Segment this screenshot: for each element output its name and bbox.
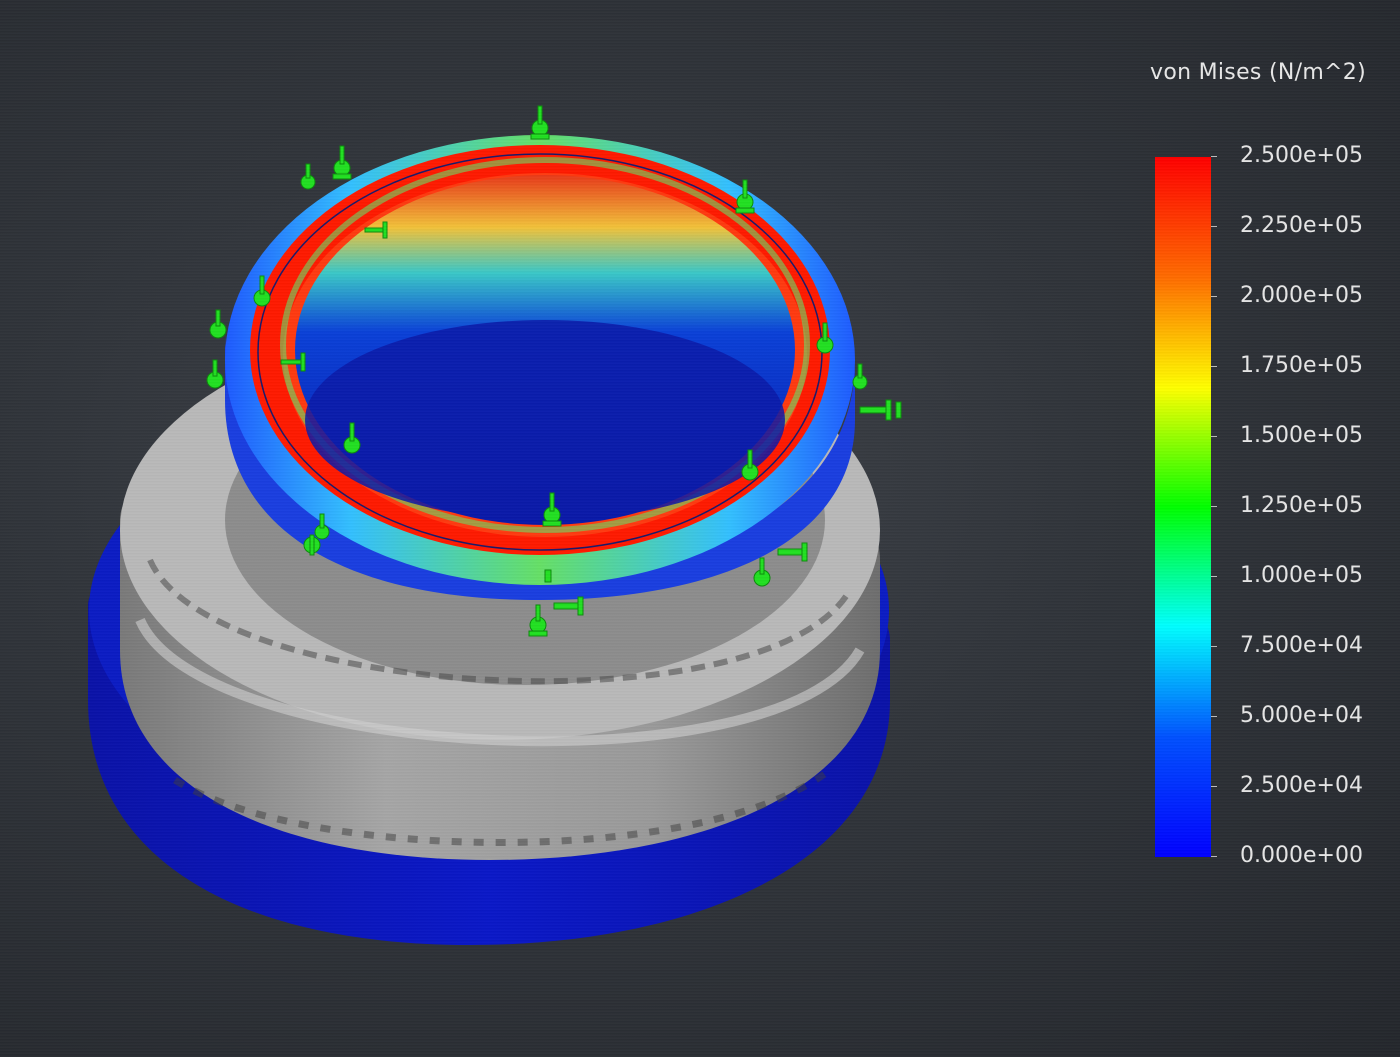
fixture-arrow-icon [209, 309, 227, 339]
legend-tick-mark [1211, 716, 1217, 717]
fixture-arrow-icon [530, 105, 550, 140]
fixture-arrow-icon [206, 359, 224, 389]
legend-tick-mark [1211, 436, 1217, 437]
legend-tick-label: 2.500e+04 [1240, 773, 1363, 798]
legend-tick-label: 1.000e+05 [1240, 563, 1363, 588]
legend-tick-mark [1211, 296, 1217, 297]
graphics-viewport[interactable]: von Mises (N/m^2) 2.500e+05 2.250e+05 2.00… [0, 0, 1400, 1057]
legend-tick-scale: 2.500e+05 2.250e+05 2.000e+05 1.750e+05 1.50… [1211, 143, 1391, 868]
legend-tick-label: 1.750e+05 [1240, 353, 1363, 378]
fixture-arrow-icon [332, 145, 352, 180]
legend-color-bar [1155, 157, 1211, 857]
legend-tick-label: 2.500e+05 [1240, 143, 1363, 168]
fixture-arrow-icon [859, 399, 902, 421]
legend-tick-label: 5.000e+04 [1240, 703, 1363, 728]
legend-tick-mark [1211, 576, 1217, 577]
legend-tick-label: 1.500e+05 [1240, 423, 1363, 448]
legend-tick-label: 2.000e+05 [1240, 283, 1363, 308]
stress-model-render[interactable] [0, 0, 1000, 1057]
fixture-arrow-icon [544, 569, 552, 583]
legend-tick-mark [1211, 226, 1217, 227]
legend-tick-label: 1.250e+05 [1240, 493, 1363, 518]
legend-tick-mark [1211, 856, 1217, 857]
fixture-arrow-icon [300, 163, 316, 190]
legend-tick-mark [1211, 506, 1217, 507]
legend-title: von Mises (N/m^2) [1150, 60, 1366, 85]
legend-tick-mark [1211, 786, 1217, 787]
legend-tick-label: 2.250e+05 [1240, 213, 1363, 238]
fixture-arrow-icon [735, 179, 755, 214]
legend-tick-mark [1211, 646, 1217, 647]
legend-tick-mark [1211, 156, 1217, 157]
fixture-arrow-icon [852, 363, 868, 390]
legend-tick-label: 0.000e+00 [1240, 843, 1363, 868]
legend-tick-label: 7.500e+04 [1240, 633, 1363, 658]
legend-tick-mark [1211, 366, 1217, 367]
